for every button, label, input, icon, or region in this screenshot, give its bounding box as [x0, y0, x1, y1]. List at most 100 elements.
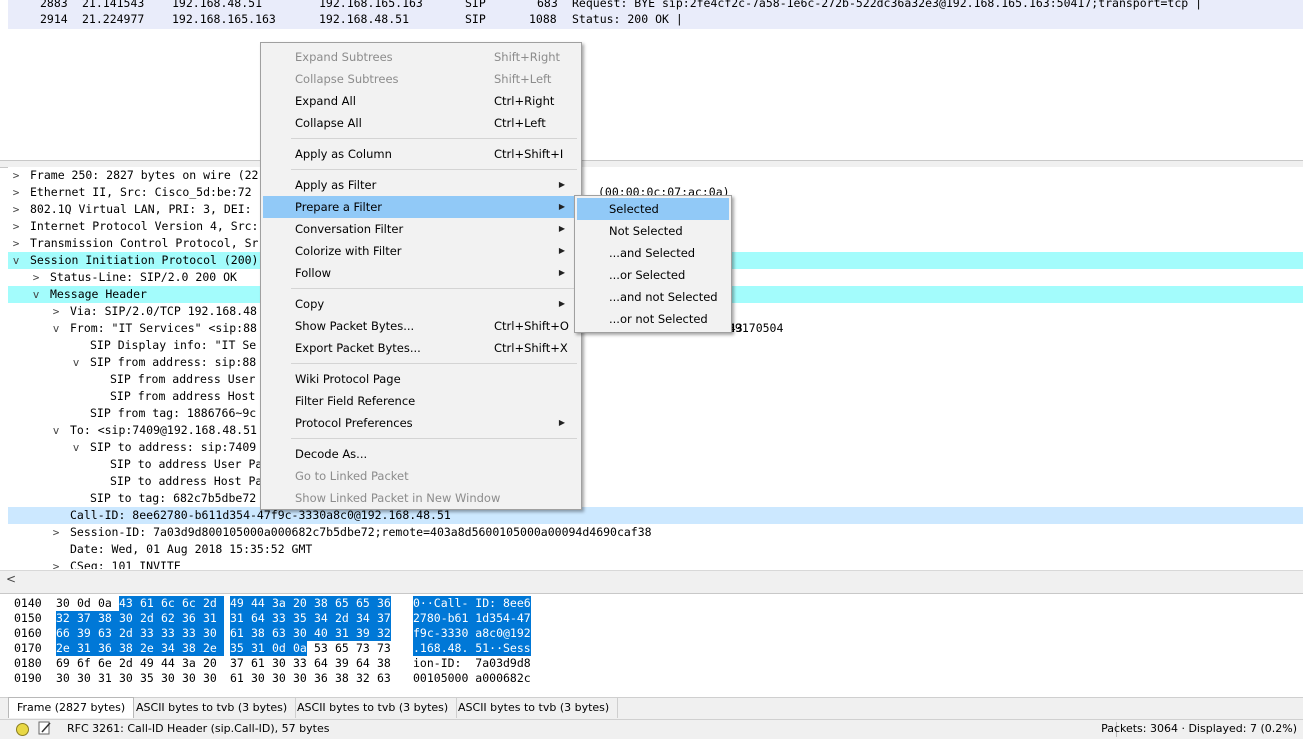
- menu-item-collapse-all[interactable]: Collapse All Ctrl+Left: [263, 112, 579, 134]
- hex-byte[interactable]: 31: [203, 611, 224, 626]
- submenu-item-not-selected[interactable]: Not Selected: [577, 220, 729, 242]
- pane-splitter[interactable]: [0, 587, 1303, 594]
- chevron-down-icon[interactable]: v: [50, 320, 62, 337]
- hex-byte[interactable]: 30: [182, 671, 196, 686]
- hex-byte[interactable]: 2d: [119, 626, 140, 641]
- hex-byte[interactable]: 43: [119, 596, 140, 611]
- expert-info-icon[interactable]: [16, 723, 29, 736]
- hex-byte[interactable]: 44: [251, 596, 272, 611]
- horizontal-scrollbar[interactable]: <: [0, 570, 1303, 588]
- scroll-left-icon[interactable]: <: [6, 571, 16, 587]
- hex-byte[interactable]: 35: [140, 671, 154, 686]
- menu-item-go-to-linked-packet[interactable]: Go to Linked Packet: [263, 465, 579, 487]
- hex-byte[interactable]: 36: [182, 611, 203, 626]
- hex-byte[interactable]: 0a: [98, 596, 112, 611]
- submenu-item-selected[interactable]: Selected: [577, 198, 729, 220]
- hex-byte[interactable]: 39: [356, 626, 377, 641]
- hex-byte[interactable]: 31: [98, 671, 112, 686]
- chevron-down-icon[interactable]: v: [70, 354, 82, 371]
- hex-byte[interactable]: 69: [56, 656, 70, 671]
- tree-item-session-id[interactable]: > Session-ID: 7a03d9d800105000a000682c7b…: [8, 524, 1303, 541]
- hex-byte[interactable]: 31: [230, 611, 251, 626]
- hex-byte[interactable]: 3a: [272, 596, 293, 611]
- tree-item-call-id[interactable]: Call-ID: 8ee62780-b611d354-47f9c-3330a8c…: [8, 507, 1303, 524]
- menu-item-conversation-filter[interactable]: Conversation Filter ▶: [263, 218, 579, 240]
- tree-item-to-user[interactable]: SIP to address User Pa: [8, 456, 1303, 473]
- menu-item-show-linked-packet-in-new-window[interactable]: Show Linked Packet in New Window: [263, 487, 579, 509]
- menu-item-show-packet-bytes[interactable]: Show Packet Bytes... Ctrl+Shift+O: [263, 315, 579, 337]
- chevron-down-icon[interactable]: v: [50, 422, 62, 439]
- tree-item-frame[interactable]: > Frame 250: 2827 bytes on wire (22: [8, 167, 1303, 184]
- menu-item-expand-all[interactable]: Expand All Ctrl+Right: [263, 90, 579, 112]
- hex-byte[interactable]: 6c: [161, 596, 182, 611]
- hex-byte[interactable]: 33: [293, 656, 307, 671]
- chevron-down-icon[interactable]: v: [30, 286, 42, 303]
- tree-item-from-user[interactable]: SIP from address User: [8, 371, 1303, 388]
- submenu-item-and-selected[interactable]: ...and Selected: [577, 242, 729, 264]
- hex-byte[interactable]: 38: [377, 656, 391, 671]
- hex-byte[interactable]: 61: [230, 626, 251, 641]
- hex-byte[interactable]: 0d: [272, 641, 293, 656]
- menu-item-colorize-with-filter[interactable]: Colorize with Filter ▶: [263, 240, 579, 262]
- hex-byte[interactable]: 2e: [56, 641, 77, 656]
- menu-item-follow[interactable]: Follow ▶: [263, 262, 579, 284]
- hex-byte[interactable]: 30: [251, 671, 265, 686]
- hex-byte[interactable]: 39: [335, 656, 349, 671]
- submenu-item-or-not-selected[interactable]: ...or not Selected: [577, 308, 729, 330]
- hex-byte[interactable]: 38: [98, 611, 119, 626]
- ascii-dump[interactable]: 0··Call- ID: 8ee6: [413, 596, 531, 611]
- hex-byte[interactable]: 34: [161, 641, 182, 656]
- hex-byte[interactable]: 32: [377, 626, 391, 641]
- submenu-item-or-selected[interactable]: ...or Selected: [577, 264, 729, 286]
- hex-byte[interactable]: 2e: [203, 641, 224, 656]
- tab-ascii-tvb-2[interactable]: ASCII bytes to tvb (3 bytes): [289, 698, 458, 718]
- hex-byte[interactable]: 64: [251, 611, 272, 626]
- hex-byte[interactable]: 33: [161, 626, 182, 641]
- hex-byte[interactable]: 62: [161, 611, 182, 626]
- hex-byte[interactable]: 44: [161, 656, 175, 671]
- hex-byte[interactable]: 73: [377, 641, 391, 656]
- hex-byte[interactable]: 33: [182, 626, 203, 641]
- hex-byte[interactable]: 30: [272, 671, 286, 686]
- hex-byte[interactable]: 61: [251, 656, 265, 671]
- hex-byte[interactable]: 38: [251, 626, 272, 641]
- hex-byte[interactable]: 37: [77, 611, 98, 626]
- tree-item-sip-display-info[interactable]: SIP Display info: "IT Se: [8, 337, 1303, 354]
- hex-byte[interactable]: 30: [119, 671, 133, 686]
- chevron-down-icon[interactable]: v: [10, 252, 22, 269]
- hex-byte[interactable]: 61: [140, 596, 161, 611]
- hex-byte[interactable]: 64: [314, 656, 328, 671]
- hex-byte[interactable]: 32: [56, 611, 77, 626]
- hex-byte[interactable]: 30: [77, 671, 91, 686]
- hex-byte[interactable]: 30: [56, 596, 70, 611]
- hex-byte[interactable]: 30: [293, 671, 307, 686]
- menu-item-apply-as-column[interactable]: Apply as Column Ctrl+Shift+I: [263, 143, 579, 165]
- hex-byte[interactable]: 3a: [182, 656, 196, 671]
- menu-item-protocol-preferences[interactable]: Protocol Preferences ▶: [263, 412, 579, 434]
- hex-byte[interactable]: 38: [314, 596, 335, 611]
- ascii-dump[interactable]: 00105000 a000682c: [413, 671, 531, 686]
- menu-item-apply-as-filter[interactable]: Apply as Filter ▶: [263, 174, 579, 196]
- chevron-right-icon[interactable]: >: [10, 184, 22, 201]
- tab-ascii-tvb-3[interactable]: ASCII bytes to tvb (3 bytes): [450, 698, 619, 718]
- hex-byte[interactable]: 30: [203, 671, 217, 686]
- hex-byte[interactable]: 33: [140, 626, 161, 641]
- hex-byte[interactable]: 64: [356, 656, 370, 671]
- hex-byte[interactable]: 40: [314, 626, 335, 641]
- hex-byte[interactable]: 34: [356, 611, 377, 626]
- hex-byte[interactable]: 73: [356, 641, 370, 656]
- tab-ascii-tvb-1[interactable]: ASCII bytes to tvb (3 bytes): [128, 698, 297, 718]
- hex-byte[interactable]: 30: [293, 626, 314, 641]
- tree-item-sip-from-address[interactable]: v SIP from address: sip:88: [8, 354, 1303, 371]
- hex-byte[interactable]: 31: [77, 641, 98, 656]
- hex-byte[interactable]: 32: [356, 671, 370, 686]
- hex-byte[interactable]: 39: [77, 626, 98, 641]
- hex-byte[interactable]: 6e: [98, 656, 112, 671]
- hex-byte[interactable]: 63: [272, 626, 293, 641]
- chevron-right-icon[interactable]: >: [30, 269, 42, 286]
- menu-item-decode-as[interactable]: Decode As...: [263, 443, 579, 465]
- hex-byte[interactable]: 38: [182, 641, 203, 656]
- ascii-dump[interactable]: 2780-b61 1d354-47: [413, 611, 531, 626]
- hex-byte[interactable]: 6f: [77, 656, 91, 671]
- ascii-dump[interactable]: .168.48. 51··Sess: [413, 641, 531, 656]
